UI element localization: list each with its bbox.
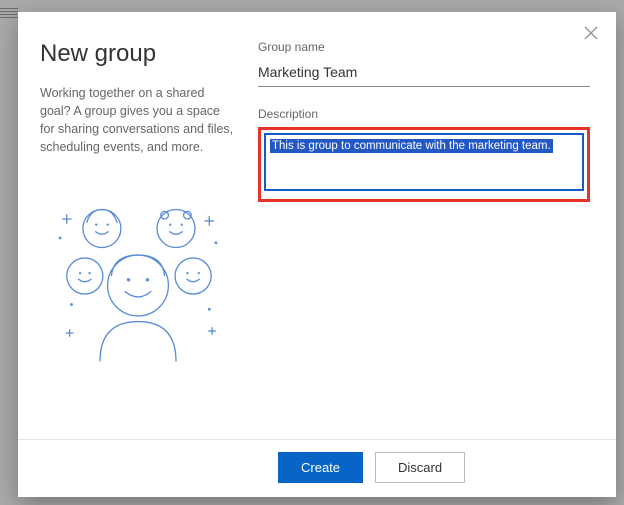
close-button[interactable]	[580, 22, 602, 44]
description-field: Description This is group to communicate…	[258, 107, 590, 202]
group-illustration	[40, 181, 236, 371]
group-name-input[interactable]	[258, 60, 590, 87]
group-name-label: Group name	[258, 40, 590, 54]
create-button[interactable]: Create	[278, 452, 363, 483]
left-pane: New group Working together on a shared g…	[18, 12, 258, 439]
people-illustration-icon	[43, 181, 233, 371]
hamburger-menu-icon	[0, 8, 18, 18]
dialog-body: New group Working together on a shared g…	[18, 12, 616, 439]
close-icon	[584, 26, 598, 40]
description-input[interactable]	[264, 133, 584, 191]
dialog-footer: Create Discard	[18, 439, 616, 497]
right-pane: Group name Description This is group to …	[258, 12, 616, 439]
description-label: Description	[258, 107, 590, 121]
group-name-field: Group name	[258, 40, 590, 87]
discard-button[interactable]: Discard	[375, 452, 465, 483]
new-group-dialog: New group Working together on a shared g…	[18, 12, 616, 497]
dialog-subtitle: Working together on a shared goal? A gro…	[40, 84, 236, 157]
description-highlight-box: This is group to communicate with the ma…	[258, 127, 590, 202]
dialog-title: New group	[40, 40, 236, 68]
